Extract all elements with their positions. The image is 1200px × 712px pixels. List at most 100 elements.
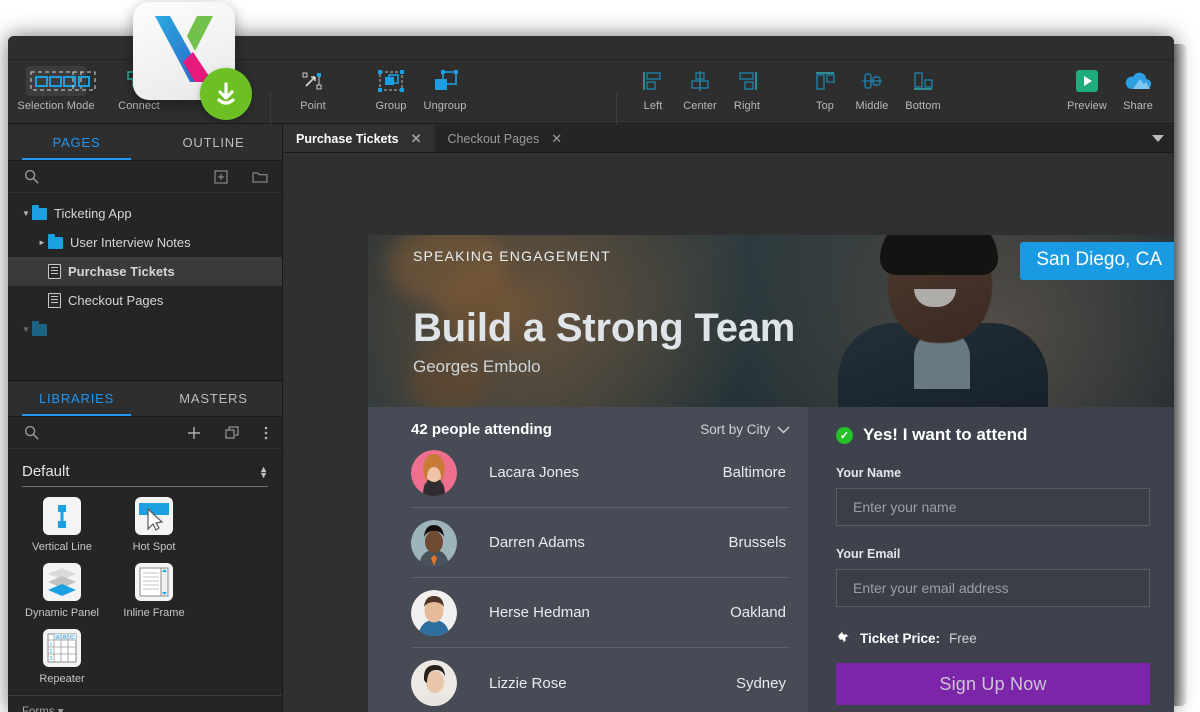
tool-label: Ungroup bbox=[424, 100, 467, 112]
close-icon[interactable]: ✕ bbox=[551, 131, 562, 147]
tab-outline-label: OUTLINE bbox=[183, 135, 245, 150]
tool-label: Left bbox=[644, 100, 663, 112]
tool-label: Preview bbox=[1067, 100, 1107, 112]
align-center-icon bbox=[688, 66, 712, 96]
attendee-row[interactable]: Herse Hedman Oakland bbox=[411, 578, 790, 648]
point-icon bbox=[300, 66, 326, 96]
tool-align-bottom[interactable]: Bottom bbox=[887, 66, 959, 112]
widget-vertical-line[interactable]: Vertical Line bbox=[16, 497, 108, 553]
tool-label: Point bbox=[300, 100, 326, 112]
duplicate-icon[interactable] bbox=[225, 426, 240, 440]
canvas-tab-label: Checkout Pages bbox=[448, 132, 540, 146]
svg-text:C: C bbox=[70, 635, 74, 641]
prototype-frame[interactable]: SPEAKING ENGAGEMENT Build a Strong Team … bbox=[368, 235, 1174, 712]
search-icon[interactable] bbox=[24, 169, 39, 184]
location-badge[interactable]: San Diego, CA bbox=[1020, 242, 1174, 280]
widget-label: Vertical Line bbox=[32, 541, 92, 553]
check-circle-icon: ✓ bbox=[836, 427, 853, 444]
attendees-column: 42 people attending Sort by City bbox=[368, 407, 808, 712]
attendee-row[interactable]: Darren Adams Brussels bbox=[411, 508, 790, 578]
attendee-name: Herse Hedman bbox=[457, 604, 730, 621]
tree-item-label: Purchase Tickets bbox=[68, 264, 175, 279]
align-bottom-icon bbox=[911, 66, 935, 96]
tab-outline[interactable]: OUTLINE bbox=[145, 125, 282, 160]
chevron-right-icon[interactable]: ► bbox=[36, 238, 48, 247]
tool-ungroup[interactable]: Ungroup bbox=[409, 66, 481, 112]
widget-label: Dynamic Panel bbox=[25, 607, 99, 619]
tab-libraries[interactable]: LIBRARIES bbox=[8, 381, 145, 416]
attendee-row[interactable]: Lizzie Rose Sydney bbox=[411, 648, 790, 712]
attendees-header: 42 people attending Sort by City bbox=[411, 421, 790, 438]
ticket-price-row: Ticket Price: Free bbox=[836, 629, 1150, 647]
add-page-icon[interactable] bbox=[214, 170, 228, 184]
attendee-name: Darren Adams bbox=[457, 534, 728, 551]
more-options-icon[interactable] bbox=[264, 426, 268, 440]
library-select[interactable]: Default ▲▼ bbox=[22, 457, 268, 487]
tool-share[interactable]: Share bbox=[1102, 66, 1174, 112]
sort-by-label: Sort by City bbox=[700, 422, 770, 437]
widget-hot-spot[interactable]: Hot Spot bbox=[108, 497, 200, 553]
add-library-icon[interactable] bbox=[187, 426, 201, 440]
form-title: Yes! I want to attend bbox=[863, 425, 1027, 445]
share-cloud-icon bbox=[1123, 66, 1153, 96]
name-input-placeholder: Enter your name bbox=[853, 499, 957, 515]
download-badge[interactable] bbox=[200, 68, 252, 120]
svg-text:3: 3 bbox=[50, 656, 53, 662]
tool-label: Right bbox=[734, 100, 760, 112]
chevron-down-icon[interactable]: ▼ bbox=[20, 209, 32, 218]
library-select-value: Default bbox=[22, 463, 259, 480]
tree-item-partial[interactable]: ▼ bbox=[8, 315, 282, 344]
attendee-name: Lacara Jones bbox=[457, 464, 723, 481]
folder-icon bbox=[32, 208, 47, 220]
chevron-down-icon[interactable]: ▾ bbox=[58, 706, 64, 712]
tool-align-right[interactable]: Right bbox=[711, 66, 783, 112]
toolbar-divider bbox=[270, 92, 271, 126]
chevron-down-icon[interactable]: ▼ bbox=[20, 325, 32, 334]
widget-group-forms[interactable]: Forms ▾ bbox=[8, 695, 282, 712]
folder-icon bbox=[48, 237, 63, 249]
search-icon[interactable] bbox=[24, 425, 39, 440]
tab-masters-label: MASTERS bbox=[179, 391, 247, 406]
attendees-count: 42 people attending bbox=[411, 421, 700, 438]
email-input[interactable]: Enter your email address bbox=[836, 569, 1150, 607]
close-icon[interactable]: ✕ bbox=[411, 131, 422, 147]
canvas-tab-purchase-tickets[interactable]: Purchase Tickets ✕ bbox=[283, 125, 435, 152]
attendee-city: Oakland bbox=[730, 604, 790, 621]
widget-repeater[interactable]: A B C 1 2 3 Repeater bbox=[16, 629, 108, 685]
name-field-label: Your Name bbox=[836, 466, 1150, 480]
vertical-line-widget-icon bbox=[43, 497, 81, 535]
widget-dynamic-panel[interactable]: Dynamic Panel bbox=[16, 563, 108, 619]
tab-pages[interactable]: PAGES bbox=[8, 125, 145, 160]
folder-icon bbox=[32, 324, 47, 336]
libraries-panel-tabs: LIBRARIES MASTERS bbox=[8, 381, 282, 417]
sort-by-dropdown[interactable]: Sort by City bbox=[700, 422, 790, 437]
stepper-icon[interactable]: ▲▼ bbox=[259, 466, 268, 478]
group-icon bbox=[377, 66, 405, 96]
prototype-body: 42 people attending Sort by City bbox=[368, 407, 1174, 712]
design-canvas[interactable]: SPEAKING ENGAGEMENT Build a Strong Team … bbox=[283, 153, 1174, 712]
chevron-down-icon[interactable] bbox=[1152, 125, 1164, 152]
tool-point[interactable]: Point bbox=[277, 66, 349, 112]
tree-item-checkout-pages[interactable]: Checkout Pages bbox=[8, 286, 282, 315]
canvas-tab-checkout-pages[interactable]: Checkout Pages ✕ bbox=[435, 125, 576, 152]
tab-masters[interactable]: MASTERS bbox=[145, 381, 282, 416]
widget-label: Inline Frame bbox=[123, 607, 184, 619]
add-folder-icon[interactable] bbox=[252, 170, 268, 184]
tree-item-ticketing-app[interactable]: ▼ Ticketing App bbox=[8, 199, 282, 228]
tree-item-user-interview-notes[interactable]: ► User Interview Notes bbox=[8, 228, 282, 257]
align-left-icon bbox=[641, 66, 665, 96]
tool-label: Top bbox=[816, 100, 834, 112]
hot-spot-widget-icon bbox=[135, 497, 173, 535]
widget-inline-frame[interactable]: Inline Frame bbox=[108, 563, 200, 619]
tree-item-purchase-tickets[interactable]: Purchase Tickets bbox=[8, 257, 282, 286]
tab-libraries-label: LIBRARIES bbox=[39, 391, 114, 406]
pages-tree: ▼ Ticketing App ► User Interview Notes P… bbox=[8, 193, 282, 344]
tool-label: Group bbox=[375, 100, 406, 112]
tool-label: Middle bbox=[855, 100, 888, 112]
avatar bbox=[411, 450, 457, 496]
attendee-city: Sydney bbox=[736, 675, 790, 692]
sign-up-button[interactable]: Sign Up Now bbox=[836, 663, 1150, 705]
name-input[interactable]: Enter your name bbox=[836, 488, 1150, 526]
widget-grid: Vertical Line Hot Spot bbox=[8, 487, 282, 695]
attendee-row[interactable]: Lacara Jones Baltimore bbox=[411, 438, 790, 508]
